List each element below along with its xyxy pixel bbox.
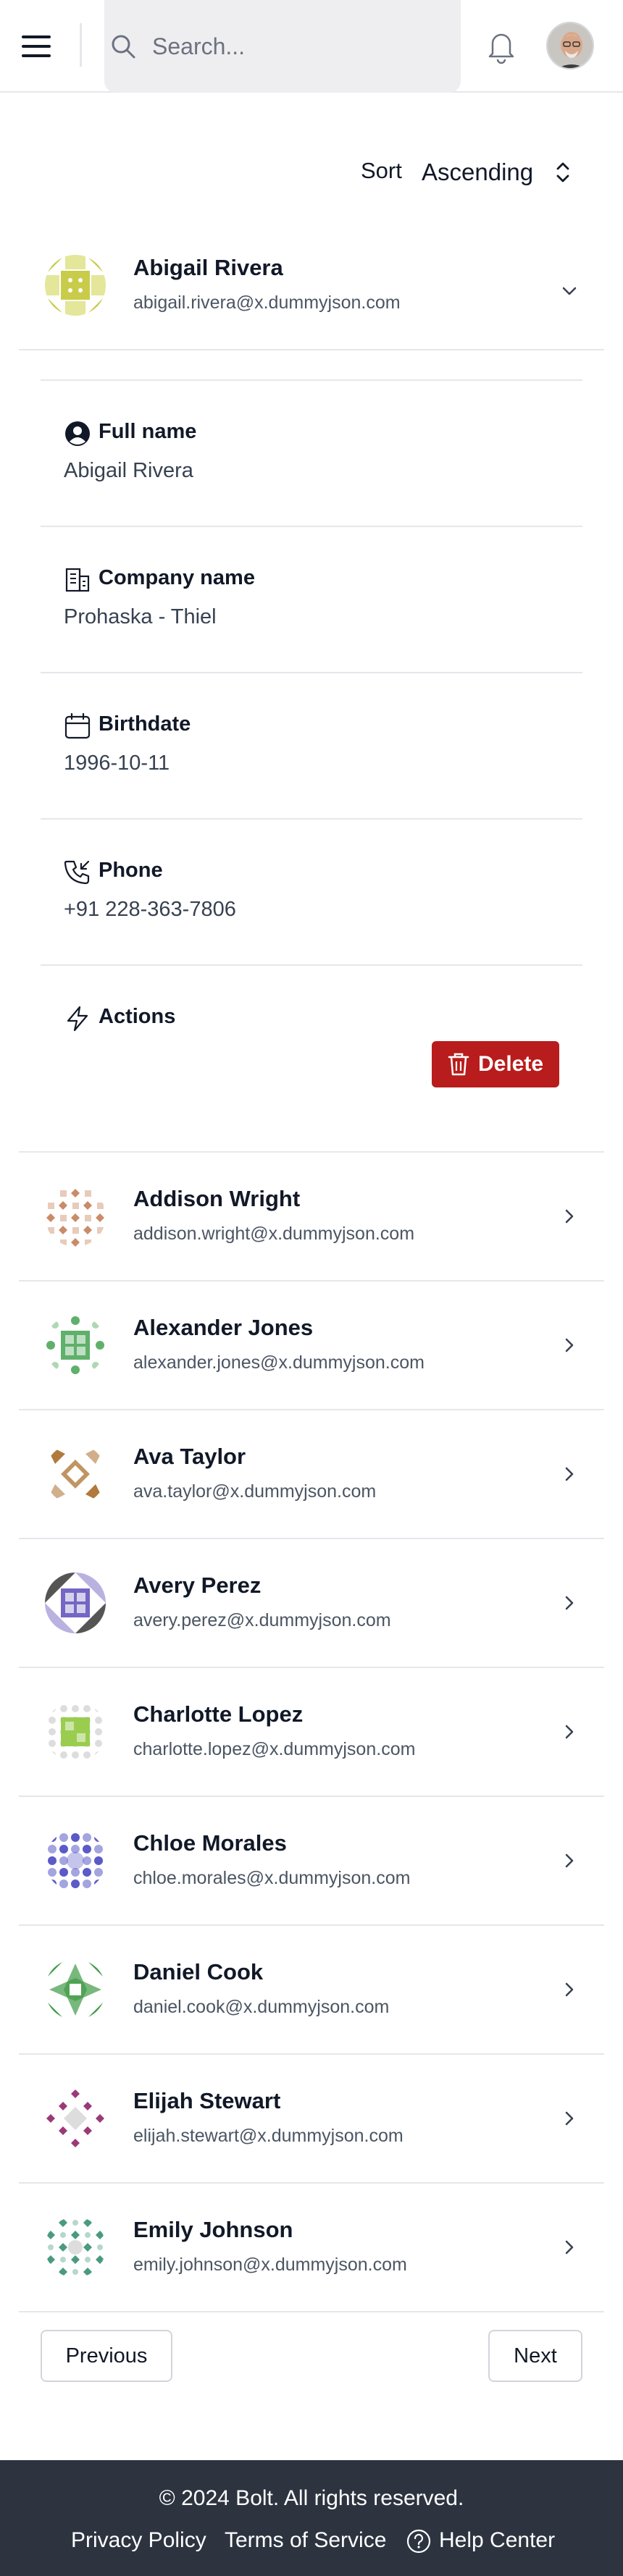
field-label: Birthdate [99,712,191,736]
avatar [45,1701,106,1762]
footer: © 2024 Bolt. All rights reserved. Privac… [0,2460,623,2576]
avatar [45,1959,106,2020]
terms-of-service-link[interactable]: Terms of Service [225,2528,386,2553]
field-value: 1996-10-11 [64,752,170,775]
chevron-right-icon [565,1596,574,1610]
field-birthdate: Birthdate 1996-10-11 [41,672,582,818]
field-company-name: Company name Prohaska - Thiel [41,526,582,672]
avatar [45,1315,106,1376]
avatar [45,1186,106,1247]
avatar [45,2088,106,2149]
chevron-right-icon [565,1853,574,1868]
field-value: Abigail Rivera [64,459,193,482]
user-email: elijah.stewart@x.dummyjson.com [133,2126,404,2146]
chevron-right-icon [565,1725,574,1739]
sort-label: Sort [361,158,402,183]
user-name: Elijah Stewart [133,2088,281,2113]
field-label: Phone [99,859,163,882]
user-email: addison.wright@x.dummyjson.com [133,1224,415,1244]
field-label: Full name [99,420,197,443]
user-email: ava.taylor@x.dummyjson.com [133,1481,377,1502]
next-button-label: Next [514,2344,557,2367]
field-value: Prohaska - Thiel [64,605,217,628]
user-circle-icon [65,421,90,446]
avatar [45,255,106,316]
user-row[interactable]: Elijah Stewart elijah.stewart@x.dummyjson… [19,2055,604,2184]
chevron-right-icon [565,1209,574,1224]
field-label: Company name [99,566,255,589]
help-center-link[interactable]: Help Center [439,2528,555,2553]
chevron-right-icon [565,1338,574,1352]
user-email: alexander.jones@x.dummyjson.com [133,1352,425,1373]
sort-row: Sort Ascending [0,151,623,194]
user-email: avery.perez@x.dummyjson.com [133,1610,391,1630]
avatar [45,1573,106,1633]
building-icon [65,568,90,592]
delete-button-label: Delete [477,1052,544,1076]
previous-button-label: Previous [65,2344,148,2367]
previous-button[interactable]: Previous [41,2330,172,2382]
user-row[interactable]: Avery Perez avery.perez@x.dummyjson.com [19,1539,604,1668]
user-row-expanded[interactable]: Abigail Rivera abigail.rivera@x.dummyjso… [19,233,604,350]
search-input[interactable] [152,29,442,64]
search-icon [112,35,135,59]
trash-icon [448,1053,469,1076]
copyright: © 2024 Bolt. All rights reserved. [159,2486,464,2510]
chevron-right-icon [565,2240,574,2255]
header-divider [80,23,82,67]
field-phone: Phone +91 228-363-7806 [41,818,582,964]
top-header [0,0,623,93]
user-name: Charlotte Lopez [133,1701,304,1727]
user-name: Abigail Rivera [133,255,283,280]
chevron-right-icon [565,1982,574,1997]
avatar [45,1444,106,1504]
user-email: emily.johnson@x.dummyjson.com [133,2255,407,2275]
field-value: +91 228-363-7806 [64,898,236,921]
user-row[interactable]: Emily Johnson emily.johnson@x.dummyjson.c… [19,2184,604,2312]
menu-icon[interactable] [22,29,59,64]
chevron-down-icon [562,287,577,295]
user-name: Avery Perez [133,1573,262,1598]
avatar [45,2217,106,2278]
user-row[interactable]: Alexander Jones alexander.jones@x.dummyjs… [19,1281,604,1410]
user-row[interactable]: Addison Wright addison.wright@x.dummyjson… [19,1153,604,1281]
sort-select-value: Ascending [422,159,534,185]
delete-button[interactable]: Delete [432,1041,559,1087]
user-row[interactable]: Chloe Morales chloe.morales@x.dummyjson.c… [19,1797,604,1926]
user-avatar[interactable] [546,22,594,70]
phone-icon [64,860,90,885]
user-name: Daniel Cook [133,1959,264,1984]
user-row[interactable]: Ava Taylor ava.taylor@x.dummyjson.com [19,1410,604,1539]
user-email: abigail.rivera@x.dummyjson.com [133,292,401,313]
bolt-icon [67,1006,88,1032]
user-name: Chloe Morales [133,1830,287,1856]
user-name: Ava Taylor [133,1444,246,1469]
chevron-right-icon [565,2111,574,2126]
user-email: chloe.morales@x.dummyjson.com [133,1868,411,1888]
calendar-icon [64,712,91,739]
chevron-right-icon [565,1467,574,1481]
chevron-up-down-icon [556,162,569,182]
bell-icon[interactable] [484,28,519,65]
user-name: Emily Johnson [133,2217,293,2242]
user-email: daniel.cook@x.dummyjson.com [133,1997,390,2017]
user-row[interactable]: Daniel Cook daniel.cook@x.dummyjson.com [19,1926,604,2055]
user-name: Addison Wright [133,1186,301,1211]
next-button[interactable]: Next [488,2330,582,2382]
user-name: Alexander Jones [133,1315,314,1340]
question-circle-icon [406,2529,431,2554]
user-row[interactable]: Charlotte Lopez charlotte.lopez@x.dummyjs… [19,1668,604,1797]
field-full-name: Full name Abigail Rivera [41,379,582,526]
field-label: Actions [99,1005,176,1028]
privacy-policy-link[interactable]: Privacy Policy [71,2528,206,2553]
user-email: charlotte.lopez@x.dummyjson.com [133,1739,416,1759]
avatar [45,1830,106,1891]
